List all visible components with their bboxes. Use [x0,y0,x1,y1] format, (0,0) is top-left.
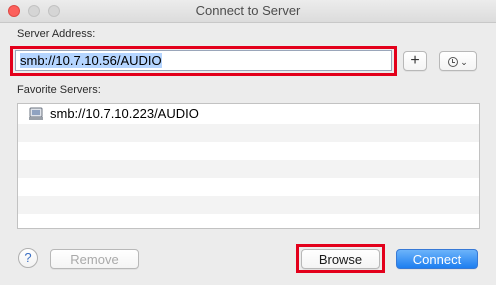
favorite-server-item[interactable]: smb://10.7.10.223/AUDIO [18,104,479,124]
list-item [18,160,479,178]
list-item [18,196,479,214]
favorite-servers-list[interactable]: smb://10.7.10.223/AUDIO [17,103,480,229]
title-bar: Connect to Server [0,0,496,23]
recent-servers-button[interactable]: ⌄ [439,51,477,71]
remove-button[interactable]: Remove [50,249,139,269]
help-button[interactable]: ? [18,248,38,268]
server-address-value: smb://10.7.10.56/AUDIO [20,53,162,68]
list-item [18,124,479,142]
server-icon [29,107,43,120]
window-title: Connect to Server [195,3,301,18]
connect-to-server-window: Connect to Server Server Address: smb://… [0,0,496,285]
list-item [18,178,479,196]
server-address-label: Server Address: [17,28,96,40]
favorite-server-address: smb://10.7.10.223/AUDIO [50,106,199,121]
chevron-down-icon: ⌄ [460,56,468,67]
server-address-input[interactable]: smb://10.7.10.56/AUDIO [15,50,392,71]
list-item [18,214,479,228]
favorite-servers-label: Favorite Servers: [17,84,101,96]
browse-button[interactable]: Browse [301,249,380,269]
clock-icon [448,56,459,67]
list-item [18,142,479,160]
connect-button[interactable]: Connect [396,249,478,269]
add-favorite-button[interactable]: + [403,51,427,71]
